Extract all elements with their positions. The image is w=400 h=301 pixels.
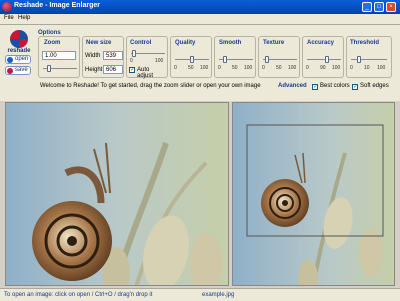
best-colors-checkbox[interactable]: ✓ — [312, 84, 318, 90]
texture-tick-min: 0 — [262, 65, 265, 71]
preview-image-viewer[interactable] — [232, 102, 395, 286]
zoom-label: Zoom — [44, 40, 61, 46]
width-input[interactable]: 539 — [103, 51, 123, 60]
open-button[interactable]: open — [5, 55, 31, 64]
status-filename: example.jpg — [202, 292, 235, 298]
accuracy-group: Accuracy 0 90 100 — [302, 36, 344, 78]
welcome-text: Welcome to Reshade! To get started, drag… — [40, 83, 261, 89]
height-label: Height — [85, 67, 103, 73]
controls-panel: reshade open save Options Zoom 1.00 New … — [0, 25, 400, 101]
close-button[interactable]: × — [386, 2, 396, 12]
threshold-group: Threshold 0 10 100 — [346, 36, 392, 78]
reshade-logo-icon — [10, 30, 28, 48]
threshold-tick-mid: 10 — [364, 65, 370, 71]
save-button-label: save — [15, 67, 28, 73]
zoom-group: Zoom 1.00 — [38, 36, 80, 78]
accuracy-slider-track[interactable] — [307, 59, 341, 60]
texture-group: Texture 0 50 100 — [258, 36, 300, 78]
auto-adjust-checkbox[interactable]: ✓ — [129, 67, 135, 73]
window-title: Reshade - Image Enlarger — [14, 2, 100, 9]
quality-group: Quality 0 50 100 — [170, 36, 212, 78]
best-colors-label: Best colors — [320, 83, 350, 89]
smooth-tick-max: 100 — [244, 65, 253, 71]
advanced-link[interactable]: Advanced — [278, 83, 307, 89]
smooth-group: Smooth 0 50 100 — [214, 36, 256, 78]
quality-tick-min: 0 — [174, 65, 177, 71]
status-hint: To open an image: click on open / Ctrl+O… — [4, 292, 153, 298]
snail-image-original — [6, 103, 228, 285]
height-input[interactable]: 606 — [103, 65, 123, 74]
title-bar: Reshade - Image Enlarger _ □ × — [0, 0, 400, 14]
texture-tick-max: 100 — [288, 65, 297, 71]
newsize-group: New size Width 539 Height 606 — [82, 36, 124, 78]
save-icon — [7, 68, 13, 74]
quality-slider-thumb[interactable] — [190, 56, 194, 63]
control-slider-track[interactable] — [131, 53, 165, 54]
smooth-tick-min: 0 — [218, 65, 221, 71]
original-image-viewer[interactable] — [5, 102, 229, 286]
smooth-slider-thumb[interactable] — [223, 56, 227, 63]
threshold-slider-thumb[interactable] — [357, 56, 361, 63]
control-max: 100 — [155, 58, 164, 64]
maximize-button[interactable]: □ — [374, 2, 384, 12]
quality-tick-mid: 50 — [188, 65, 194, 71]
app-icon — [2, 2, 12, 12]
reshade-logo: reshade — [4, 30, 34, 54]
control-min: 0 — [130, 58, 133, 64]
threshold-label: Threshold — [350, 40, 380, 46]
accuracy-tick-min: 0 — [306, 65, 309, 71]
control-label: Control — [130, 40, 152, 46]
minimize-button[interactable]: _ — [362, 2, 372, 12]
quality-tick-max: 100 — [200, 65, 209, 71]
width-label: Width — [85, 53, 101, 59]
menu-bar: File Help — [0, 14, 400, 25]
auto-adjust-label: Auto adjust — [137, 67, 154, 79]
texture-tick-mid: 50 — [276, 65, 282, 71]
texture-label: Texture — [263, 40, 285, 46]
smooth-label: Smooth — [219, 40, 242, 46]
accuracy-label: Accuracy — [307, 40, 335, 46]
threshold-tick-min: 0 — [350, 65, 353, 71]
accuracy-tick-max: 100 — [332, 65, 341, 71]
save-button[interactable]: save — [5, 66, 31, 75]
accuracy-slider-thumb[interactable] — [325, 56, 329, 63]
threshold-tick-max: 100 — [377, 65, 386, 71]
quality-label: Quality — [175, 40, 196, 46]
newsize-label: New size — [86, 40, 112, 46]
smooth-tick-mid: 50 — [232, 65, 238, 71]
status-bar: To open an image: click on open / Ctrl+O… — [0, 288, 400, 301]
texture-slider-thumb[interactable] — [265, 56, 269, 63]
zoom-slider-thumb[interactable] — [47, 65, 51, 72]
menu-help[interactable]: Help — [18, 15, 30, 21]
control-slider-thumb[interactable] — [132, 50, 136, 57]
open-button-label: open — [15, 56, 29, 62]
control-group: Control 0 100 ✓ Auto adjust — [126, 36, 168, 79]
menu-file[interactable]: File — [4, 15, 14, 21]
zoom-input[interactable]: 1.00 — [42, 51, 76, 60]
logo-text: reshade — [7, 48, 31, 54]
snail-image-preview — [233, 103, 394, 285]
soft-edges-label: Soft edges — [360, 83, 389, 89]
accuracy-tick-mid: 90 — [320, 65, 326, 71]
soft-edges-checkbox[interactable]: ✓ — [352, 84, 358, 90]
open-icon — [7, 57, 13, 63]
